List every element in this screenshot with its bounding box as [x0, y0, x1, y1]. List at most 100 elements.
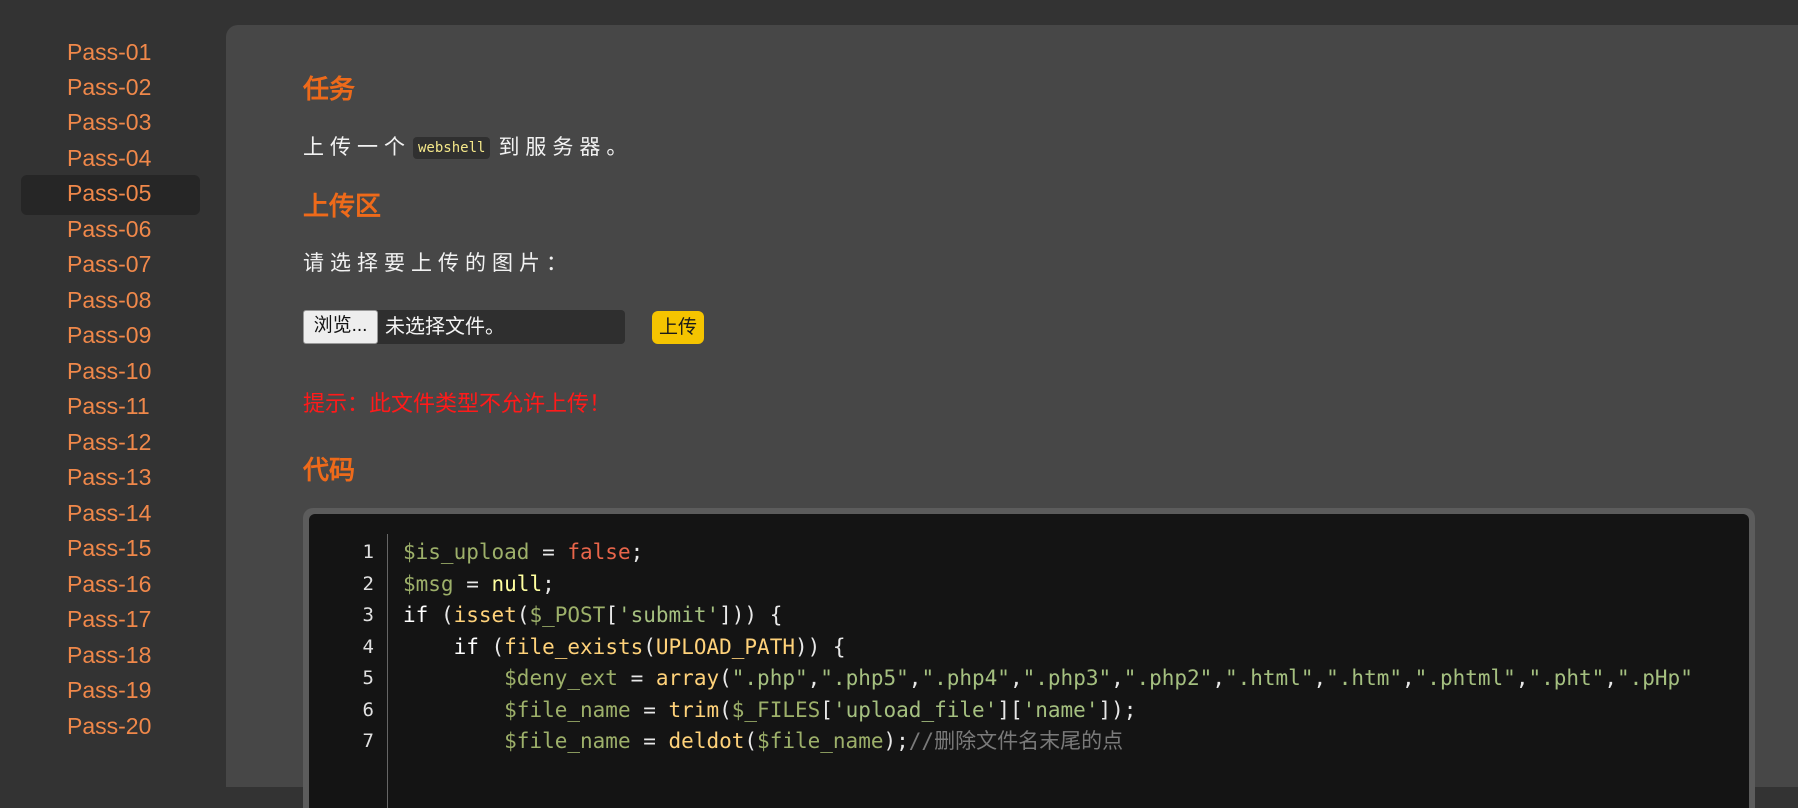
sidebar-item-pass-09[interactable]: Pass-09 [21, 317, 200, 357]
sidebar-item-pass-15[interactable]: Pass-15 [21, 530, 200, 570]
file-input[interactable]: 浏览... 未选择文件。 [303, 310, 625, 344]
line-number: 2 [362, 572, 374, 595]
code-token: trim [668, 697, 720, 722]
sidebar-item-pass-04[interactable]: Pass-04 [21, 140, 200, 180]
code-text: $msg = null; [403, 568, 555, 600]
sidebar-item-pass-10[interactable]: Pass-10 [21, 353, 200, 393]
code-token: ( [428, 603, 454, 627]
task-text-before: 上传一个 [303, 136, 411, 159]
upload-button[interactable]: 上传 [652, 311, 704, 344]
code-token: ])) { [719, 603, 783, 627]
code-token: , [1515, 666, 1529, 690]
error-message: 提示：此文件类型不允许上传！ [303, 391, 612, 416]
code-token: ".htm" [1326, 666, 1402, 690]
code-heading: 代码 [303, 455, 356, 485]
sidebar-item-pass-14[interactable]: Pass-14 [21, 495, 200, 535]
sidebar: Pass-01 Pass-02 Pass-03 Pass-04 Pass-05 … [0, 0, 226, 787]
browse-button[interactable]: 浏览... [303, 310, 378, 344]
code-token: if [453, 634, 479, 659]
code-token: ( [719, 697, 732, 722]
code-token: ; [630, 540, 644, 564]
code-token: ".php3" [1022, 666, 1112, 690]
code-token: [ [605, 603, 618, 627]
sidebar-item-pass-05[interactable]: Pass-05 [21, 175, 200, 215]
sidebar-item-pass-06[interactable]: Pass-06 [21, 211, 200, 251]
code-token: = [453, 571, 492, 596]
code-token: = [630, 697, 669, 722]
code-token: ".phtml" [1414, 666, 1516, 690]
line-number: 6 [362, 698, 374, 721]
line-number: 1 [362, 541, 374, 563]
code-token: UPLOAD_PATH [655, 634, 795, 659]
code-token: = [529, 540, 568, 564]
code-text: $file_name = trim($_FILES['upload_file']… [403, 694, 1136, 726]
upload-heading: 上传区 [303, 191, 382, 221]
webshell-code: webshell [413, 137, 491, 159]
sidebar-item-pass-20[interactable]: Pass-20 [21, 708, 200, 748]
line-number: 7 [362, 730, 374, 752]
code-token: array [655, 666, 720, 690]
task-text-after: 到服务器。 [498, 136, 634, 159]
sidebar-item-pass-18[interactable]: Pass-18 [21, 637, 200, 677]
code-token: $deny_ext [504, 666, 618, 690]
sidebar-item-pass-07[interactable]: Pass-07 [21, 246, 200, 286]
code-token: ][ [997, 697, 1023, 722]
code-token: 'upload_file' [832, 697, 998, 722]
sidebar-item-pass-16[interactable]: Pass-16 [21, 566, 200, 606]
code-token: ); [883, 729, 909, 753]
sidebar-item-pass-02[interactable]: Pass-02 [21, 69, 200, 109]
code-token: ( [643, 634, 656, 659]
sidebar-item-pass-11[interactable]: Pass-11 [21, 388, 200, 428]
file-status: 未选择文件。 [385, 316, 505, 338]
code-text: if (file_exists(UPLOAD_PATH)) { [403, 631, 846, 663]
code-token: ; [542, 571, 555, 596]
code-token: , [908, 666, 922, 690]
code-block: 1 $is_upload = false; 2 $msg = null; 3 if (is… [303, 508, 1755, 808]
code-token: ".pht" [1528, 666, 1605, 690]
line-number: 3 [362, 604, 374, 626]
code-token: ]); [1098, 697, 1137, 722]
code-viewer: 1 $is_upload = false; 2 $msg = null; 3 if (is… [309, 514, 1749, 808]
sidebar-item-pass-13[interactable]: Pass-13 [21, 459, 200, 499]
sidebar-item-pass-19[interactable]: Pass-19 [21, 672, 200, 712]
sidebar-item-pass-08[interactable]: Pass-08 [21, 282, 200, 322]
code-token: 'name' [1022, 697, 1099, 722]
code-token: ".php5" [820, 666, 909, 690]
sidebar-item-pass-01[interactable]: Pass-01 [21, 34, 200, 74]
code-token: false [567, 540, 631, 564]
code-token: , [1009, 666, 1023, 690]
code-token: $file_name [504, 697, 631, 722]
code-token: $msg [403, 571, 454, 596]
code-token: ( [478, 634, 505, 659]
sidebar-item-pass-03[interactable]: Pass-03 [21, 104, 200, 144]
code-text: $deny_ext = array(".php",".php5",".php4"… [403, 662, 1693, 694]
code-token: ".php2" [1123, 666, 1213, 690]
sidebar-item-pass-12[interactable]: Pass-12 [21, 424, 200, 464]
code-token: if [403, 603, 429, 627]
code-token: , [1313, 666, 1327, 690]
sidebar-item-pass-17[interactable]: Pass-17 [21, 601, 200, 641]
code-token: , [1111, 666, 1124, 690]
code-token: $file_name [757, 729, 884, 753]
upload-prompt: 请选择要上传的图片： [303, 252, 573, 275]
line-number: 4 [362, 635, 374, 658]
code-token: )) { [794, 634, 846, 659]
code-token: null [491, 571, 543, 596]
line-number-gutter [387, 534, 388, 808]
code-token: = [630, 729, 669, 753]
code-token: ( [719, 666, 732, 690]
code-token: $_POST [529, 603, 606, 627]
code-token: , [1212, 666, 1225, 690]
task-description: 上传一个 webshell 到服务器。 [303, 131, 633, 161]
line-number: 5 [362, 667, 374, 689]
code-token: $file_name [504, 729, 631, 753]
code-token: ".pHp" [1616, 666, 1693, 690]
code-token: 'submit' [617, 603, 720, 627]
task-heading: 任务 [303, 74, 356, 104]
code-text: $is_upload = false; [403, 536, 643, 568]
code-token: , [1604, 666, 1617, 690]
